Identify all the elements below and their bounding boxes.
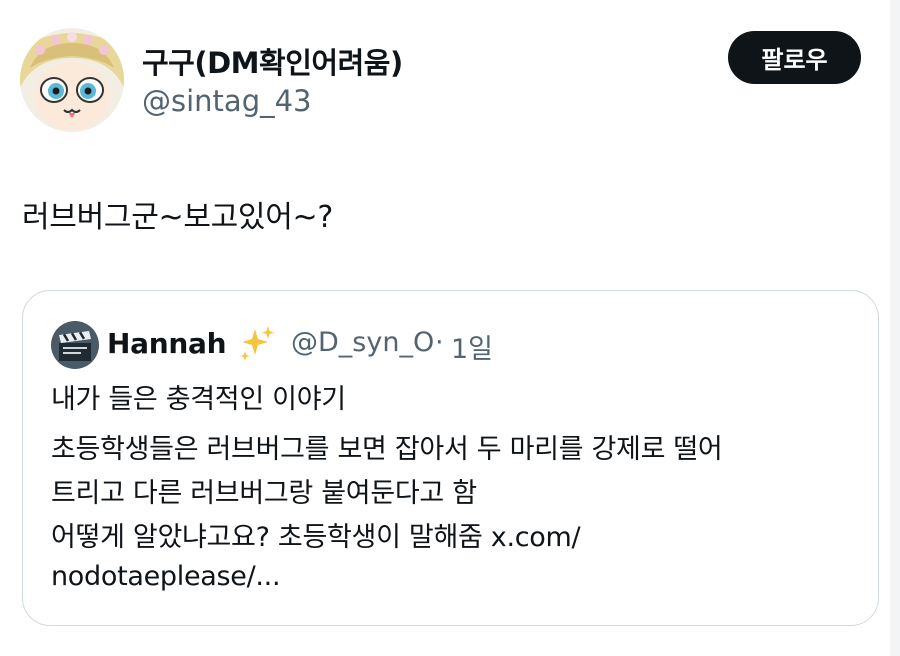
- quoted-author-handle[interactable]: @D_syn_O: [291, 327, 434, 358]
- tweet-text: 러브버그군~보고있어~?: [22, 200, 333, 235]
- quoted-text-line: 내가 들은 충격적인 이야기: [51, 384, 346, 415]
- clapperboard-avatar-icon: [51, 321, 99, 369]
- sparkles-icon: [240, 326, 274, 361]
- follow-button[interactable]: 팔로우: [728, 31, 861, 84]
- separator-dot: ·: [435, 327, 444, 358]
- quoted-text-line: nodotaeplease/...: [51, 561, 281, 592]
- quoted-author-name[interactable]: Hannah: [107, 327, 227, 360]
- author-handle[interactable]: @sintag_43: [142, 84, 312, 118]
- scrollbar-track[interactable]: [890, 0, 900, 656]
- quoted-author-avatar[interactable]: [51, 321, 99, 369]
- quoted-timestamp[interactable]: 1일: [451, 327, 493, 366]
- quoted-tweet-card[interactable]: Hannah @D_syn_O · 1일 내가 들은 충격적인 이야기 초등학생…: [22, 290, 879, 626]
- quoted-text-line: 초등학생들은 러브버그를 보면 잡아서 두 마리를 강제로 떨어: [51, 434, 723, 465]
- quoted-text-line: 어떻게 알았냐고요? 초등학생이 말해줌 x.com/: [51, 522, 581, 553]
- author-display-name[interactable]: 구구(DM확인어려움): [142, 40, 403, 82]
- anime-girl-avatar-icon: [20, 28, 124, 132]
- avatar[interactable]: [20, 28, 124, 132]
- quoted-text-line: 트리고 다른 러브버그랑 붙여둔다고 함: [51, 478, 477, 509]
